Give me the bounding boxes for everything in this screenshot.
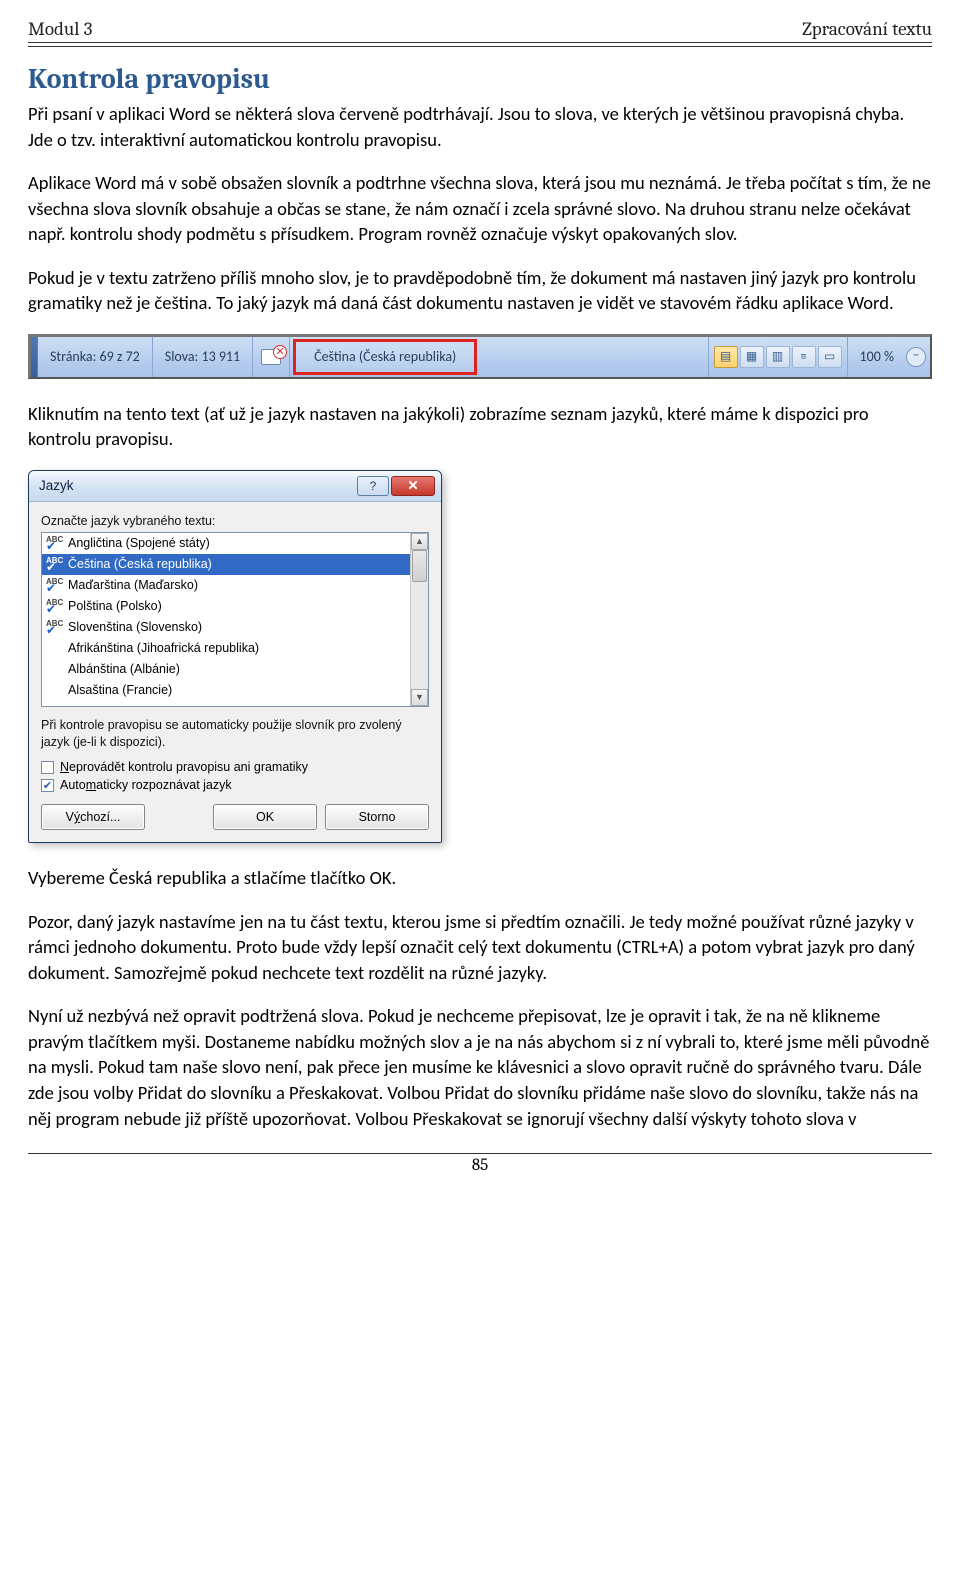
paragraph-2: Aplikace Word má v sobě obsažen slovník … [28,170,932,247]
spellcheck-available-icon: ABC✔ [46,599,64,613]
spellcheck-available-icon: ABC✔ [46,557,64,571]
language-option[interactable]: ABC✔ Čeština (Česká republika) [42,554,411,575]
view-draft-icon[interactable]: ▭ [818,346,842,368]
page-footer: 85 [0,1153,960,1175]
statusbar-page-cell[interactable]: Stránka: 69 z 72 [38,337,153,377]
paragraph-5: Vybereme Česká republika a stlačíme tlač… [28,865,932,891]
dialog-close-button[interactable]: ✕ [391,476,435,496]
scrollbar-thumb[interactable] [412,550,427,582]
scrollbar-track[interactable] [411,550,428,689]
language-option-label: Maďarština (Maďarsko) [68,578,198,592]
footer-rule [28,1153,932,1154]
dialog-body: Označte jazyk vybraného textu: ABC✔ Angli… [29,502,441,843]
header-rule [28,42,932,47]
dialog-title: Jazyk [39,478,355,493]
spellcheck-available-icon: ABC✔ [46,578,64,592]
language-option[interactable]: Albánština (Albánie) [42,659,411,680]
scroll-down-icon[interactable]: ▼ [411,689,428,706]
language-option[interactable]: Afrikánština (Jihoafrická republika) [42,638,411,659]
statusbar-proofing-cell[interactable] [253,337,290,377]
header-left: Modul 3 [28,18,92,40]
header-right: Zpracování textu [802,18,932,40]
paragraph-1: Při psaní v aplikaci Word se některá slo… [28,101,932,152]
language-option-label: Slovenština (Slovensko) [68,620,202,634]
checkbox-autodetect-label: Automaticky rozpoznávat jazyk [60,778,232,792]
language-option[interactable]: ABC✔ Polština (Polsko) [42,596,411,617]
checkbox-autodetect-row[interactable]: ✔ Automaticky rozpoznávat jazyk [41,778,429,792]
listbox-scrollbar[interactable]: ▲ ▼ [410,533,428,706]
view-switcher: ▤ ▦ ▥ ≡ ▭ [709,337,848,377]
language-listbox[interactable]: ABC✔ Angličtina (Spojené státy) ABC✔ Češtin… [41,532,429,707]
dialog-help-button[interactable]: ? [357,476,389,496]
paragraph-7: Nyní už nezbývá než opravit podtržená sl… [28,1003,932,1131]
zoom-percent[interactable]: 100 % [848,337,902,377]
checkbox-no-proofing-row[interactable]: Neprovádět kontrolu pravopisu ani gramat… [41,760,429,774]
statusbar-spacer [480,337,708,377]
statusbar-language-cell[interactable]: Čeština (Česká republika) [296,342,474,372]
language-option-label: Afrikánština (Jihoafrická republika) [68,641,259,655]
paragraph-6: Pozor, daný jazyk nastavíme jen na tu čá… [28,909,932,986]
language-option-label: Albánština (Albánie) [68,662,180,676]
spellcheck-available-icon: ABC✔ [46,536,64,550]
statusbar-words-cell[interactable]: Slova: 13 911 [153,337,253,377]
statusbar-language-highlight: Čeština (Česká republika) [293,339,477,375]
cancel-button[interactable]: Storno [325,804,429,830]
dialog-button-row: Výchozí... OK Storno [41,804,429,830]
close-icon: ✕ [407,478,418,494]
language-option[interactable]: Alsaština (Francie) [42,680,411,701]
page-number: 85 [0,1156,960,1175]
language-option-label: Polština (Polsko) [68,599,162,613]
language-option-label: Alsaština (Francie) [68,683,172,697]
word-status-bar: Stránka: 69 z 72 Slova: 13 911 Čeština (… [28,334,932,379]
view-fullscreen-icon[interactable]: ▦ [740,346,764,368]
checkbox-no-proofing[interactable] [41,761,54,774]
paragraph-3: Pokud je v textu zatrženo příliš mnoho s… [28,265,932,316]
language-option[interactable]: ABC✔ Maďarština (Maďarsko) [42,575,411,596]
scroll-up-icon[interactable]: ▲ [411,533,428,550]
checkbox-no-proofing-label: Neprovádět kontrolu pravopisu ani gramat… [60,760,308,774]
dialog-titlebar: Jazyk ? ✕ [29,471,441,502]
ok-button[interactable]: OK [213,804,317,830]
dialog-listbox-label: Označte jazyk vybraného textu: [41,514,429,528]
dialog-description: Při kontrole pravopisu se automaticky po… [41,717,429,751]
view-web-layout-icon[interactable]: ▥ [766,346,790,368]
language-option-label: Angličtina (Spojené státy) [68,536,210,550]
language-option-label: Čeština (Česká republika) [68,557,212,571]
default-button[interactable]: Výchozí... [41,804,145,830]
language-option[interactable]: ABC✔ Angličtina (Spojené státy) [42,533,411,554]
view-outline-icon[interactable]: ≡ [792,346,816,368]
proofing-errors-icon [261,349,281,365]
page-title: Kontrola pravopisu [28,63,932,95]
page-header: Modul 3 Zpracování textu [28,18,932,40]
language-option[interactable]: ABC✔ Slovenština (Slovensko) [42,617,411,638]
statusbar-left-edge [31,337,38,377]
zoom-out-icon[interactable]: − [906,347,926,367]
language-dialog: Jazyk ? ✕ Označte jazyk vybraného textu:… [28,470,442,844]
view-print-layout-icon[interactable]: ▤ [714,346,738,368]
paragraph-4: Kliknutím na tento text (ať už je jazyk … [28,401,932,452]
checkbox-autodetect[interactable]: ✔ [41,779,54,792]
spellcheck-available-icon: ABC✔ [46,620,64,634]
